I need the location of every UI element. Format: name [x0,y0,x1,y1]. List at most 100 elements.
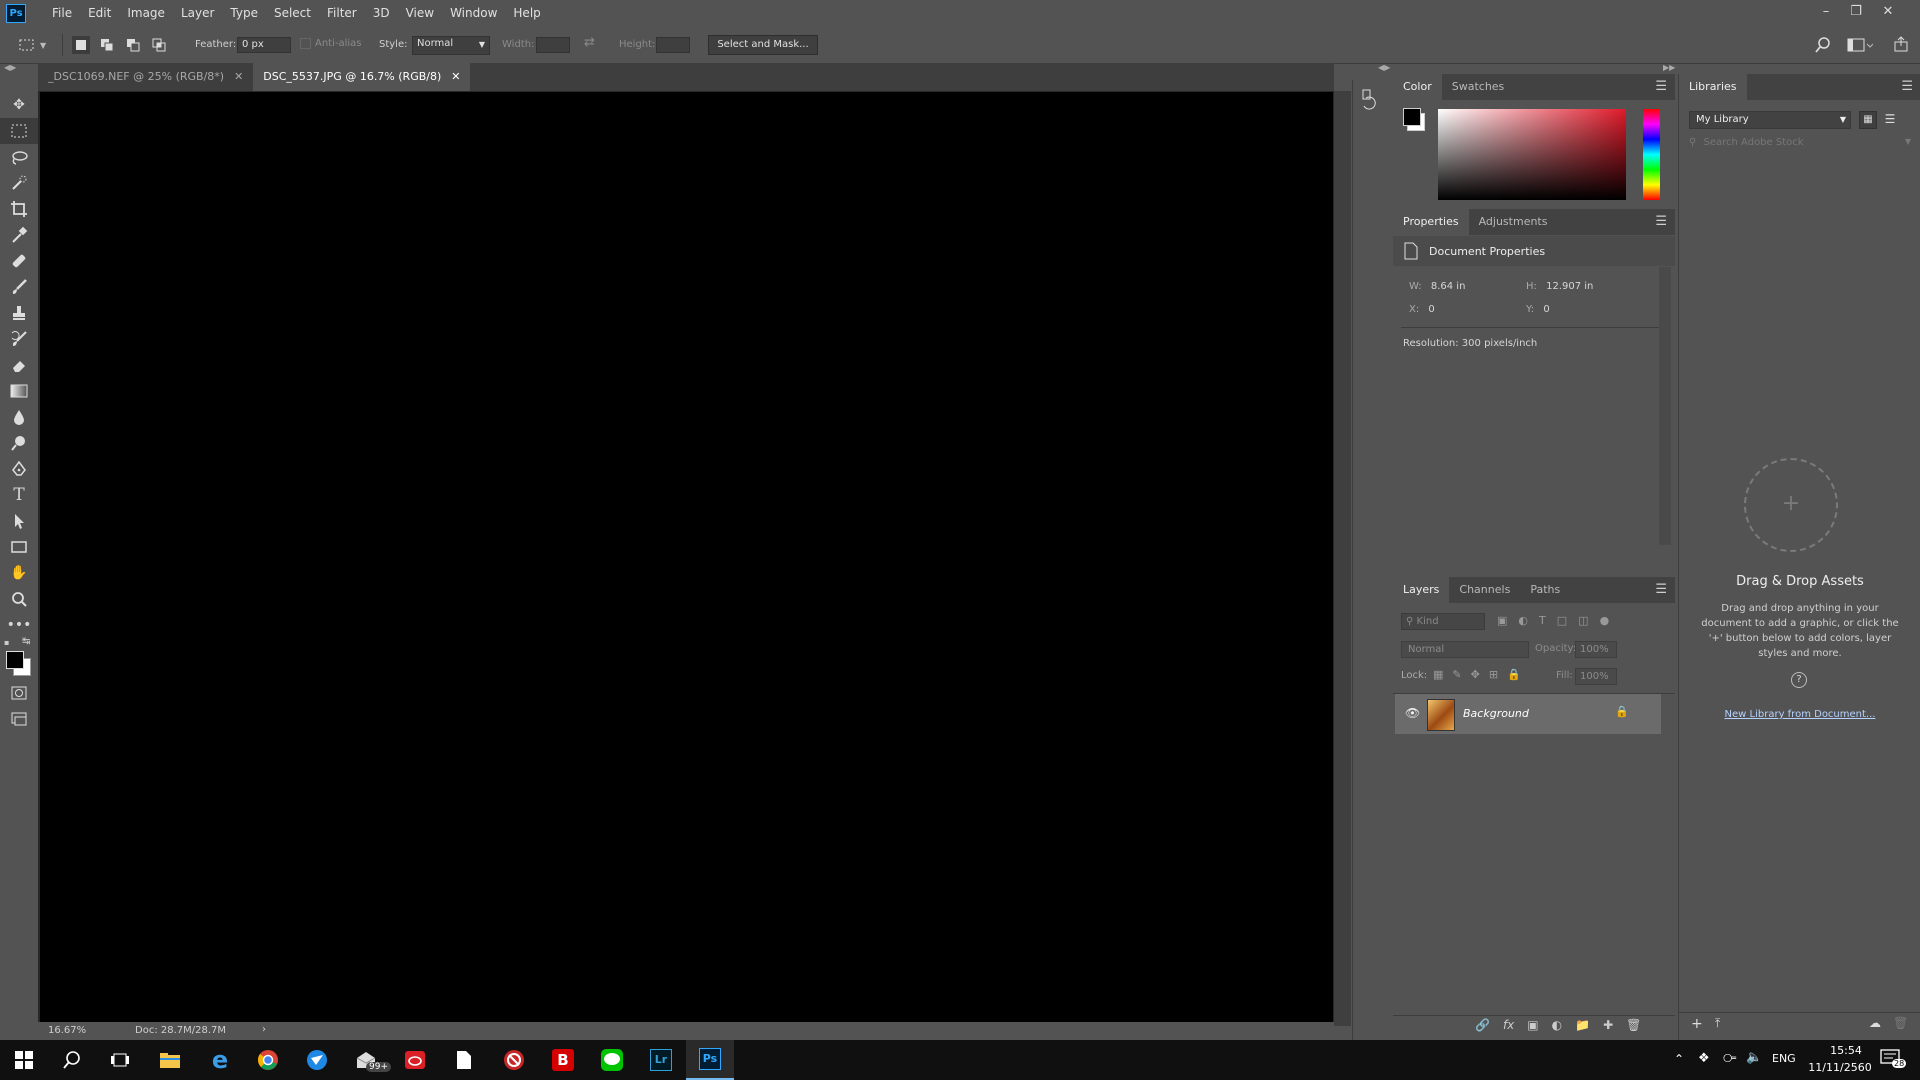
menu-select[interactable]: Select [266,0,319,26]
library-select[interactable]: My Library ▼ [1689,111,1851,129]
shape-filter-icon[interactable]: □ [1557,614,1567,627]
restore-icon[interactable]: ❐ [1842,0,1870,22]
panel-menu-icon[interactable]: ☰ [1901,74,1913,100]
chevron-up-icon[interactable]: ⌃ [1674,1052,1684,1066]
edge-browser-icon[interactable]: e [196,1040,244,1080]
tab-paths[interactable]: Paths [1520,577,1570,603]
tab-libraries[interactable]: Libraries [1679,74,1747,100]
zoom-tool-icon[interactable] [0,586,38,612]
style-select[interactable]: Normal ▼ [412,36,490,55]
menu-file[interactable]: File [44,0,80,26]
smart-object-filter-icon[interactable]: ◫ [1578,614,1588,627]
lock-icon[interactable]: 🔒 [1615,705,1629,718]
lock-transparent-icon[interactable]: ▦ [1433,668,1443,681]
document-icon[interactable] [440,1040,488,1080]
y-value[interactable]: 0 [1543,304,1549,315]
clock-date[interactable]: 11/11/2560 [1804,1061,1876,1074]
collapse-icon[interactable]: ◀▶ [1378,63,1390,72]
foreground-color-chip[interactable] [1403,108,1421,126]
panel-menu-icon[interactable]: ☰ [1655,209,1667,235]
brush-tool-icon[interactable] [0,274,38,300]
mail-icon[interactable]: 99+ [342,1040,391,1080]
adjustment-filter-icon[interactable]: ◐ [1518,614,1528,627]
type-tool-icon[interactable]: T [0,482,38,508]
lightroom-icon[interactable]: Lr [637,1040,685,1080]
help-icon[interactable]: ? [1791,672,1807,688]
swap-icon[interactable]: ⇄ [584,35,595,50]
default-colors-icon[interactable]: ▪ [4,638,9,647]
close-icon[interactable]: ✕ [451,63,460,91]
dodge-tool-icon[interactable] [0,430,38,456]
lock-artboard-icon[interactable]: ⊞ [1489,668,1498,681]
creative-cloud-icon[interactable] [391,1040,439,1080]
cloud-sync-icon[interactable]: ☁ [1869,1016,1881,1030]
tab-properties[interactable]: Properties [1393,209,1469,235]
status-arrow-icon[interactable]: › [262,1024,266,1035]
add-icon[interactable]: + [1691,1016,1703,1032]
collapse-icon[interactable]: ▶▶ [1663,63,1675,72]
pen-tool-icon[interactable] [0,456,38,482]
photoshop-taskbar-icon[interactable]: Ps [686,1040,734,1080]
image-filter-icon[interactable]: ▣ [1497,614,1507,627]
upload-icon[interactable]: ⤒ [1715,1016,1720,1031]
file-explorer-icon[interactable] [146,1040,194,1080]
tab-dsc5537[interactable]: DSC_5537.JPG @ 16.7% (RGB/8) ✕ [253,63,471,91]
more-tools-icon[interactable]: ••• [0,612,38,638]
language-indicator[interactable]: ENG [1772,1052,1796,1065]
swap-colors-icon[interactable]: ↹ [22,636,30,647]
w-value[interactable]: 8.64 in [1431,281,1466,292]
eraser-tool-icon[interactable] [0,352,38,378]
search-icon[interactable] [1814,36,1832,57]
layer-name[interactable]: Background [1463,707,1529,720]
layer-row-background[interactable]: 👁 Background 🔒 [1395,694,1661,734]
close-icon[interactable]: ✕ [234,63,243,91]
chrome-icon[interactable] [244,1040,292,1080]
select-and-mask-button[interactable]: Select and Mask... [708,35,818,55]
eyedropper-tool-icon[interactable] [0,222,38,248]
tab-color[interactable]: Color [1393,74,1442,100]
minimize-icon[interactable]: – [1812,0,1840,22]
foreground-color-swatch[interactable] [6,651,24,669]
lasso-tool-icon[interactable] [0,144,38,170]
panel-menu-icon[interactable]: ☰ [1655,74,1667,100]
messenger-app-icon[interactable] [293,1040,341,1080]
menu-window[interactable]: Window [442,0,505,26]
add-asset-circle[interactable]: + [1744,458,1838,552]
blocked-app-icon[interactable] [490,1040,538,1080]
lock-image-icon[interactable]: ✎ [1452,668,1461,681]
menu-edit[interactable]: Edit [80,0,119,26]
history-panel-icon[interactable] [1361,88,1393,113]
intersect-selection-icon[interactable] [150,36,168,54]
share-icon[interactable] [1892,35,1910,56]
lock-all-icon[interactable]: 🔒 [1507,668,1521,681]
menu-3d[interactable]: 3D [365,0,398,26]
crop-tool-icon[interactable] [0,196,38,222]
quick-selection-tool-icon[interactable] [0,170,38,196]
quick-mask-icon[interactable] [0,680,38,706]
type-filter-icon[interactable]: T [1539,614,1546,627]
history-brush-tool-icon[interactable] [0,326,38,352]
add-mask-icon[interactable]: ▣ [1527,1018,1538,1032]
menu-help[interactable]: Help [505,0,548,26]
panel-menu-icon[interactable]: ☰ [1655,577,1667,603]
delete-layer-icon[interactable]: 🗑 [1626,1018,1641,1032]
rectangle-tool-icon[interactable] [0,534,38,560]
menu-filter[interactable]: Filter [319,0,365,26]
close-icon[interactable]: ✕ [1874,0,1902,22]
wifi-icon[interactable]: ⧃ [1723,1051,1736,1066]
list-view-icon[interactable]: ☰ [1881,111,1899,129]
stock-search[interactable]: ⚲ Search Adobe Stock ▼ [1689,137,1915,153]
dropbox-icon[interactable]: ❖ [1698,1051,1710,1066]
menu-layer[interactable]: Layer [173,0,222,26]
rect-marquee-tool-icon[interactable] [0,118,38,144]
gradient-tool-icon[interactable] [0,378,38,404]
fx-icon[interactable]: fx [1503,1018,1514,1032]
link-layers-icon[interactable]: 🔗 [1475,1018,1490,1032]
color-field[interactable] [1438,109,1626,200]
zoom-level[interactable]: 16.67% [48,1025,86,1036]
workspace-icon[interactable] [1847,37,1874,56]
x-value[interactable]: 0 [1428,304,1434,315]
new-selection-icon[interactable] [72,36,90,54]
screen-mode-icon[interactable] [0,706,38,732]
new-library-link[interactable]: New Library from Document... [1679,709,1920,720]
